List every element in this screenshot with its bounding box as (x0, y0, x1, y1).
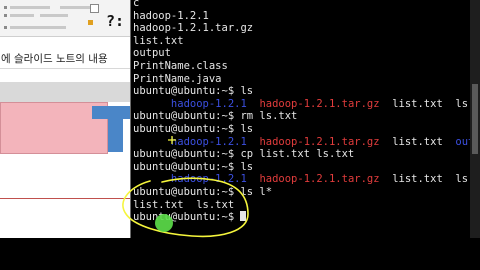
terminal-line: PrintName.class (133, 60, 480, 73)
scrollbar-thumb[interactable] (472, 84, 478, 154)
terminal-line: c (133, 0, 480, 10)
terminal-text: PrintName.java (133, 72, 222, 85)
terminal-text: hadoop-1.2.1.tar.gz (259, 97, 380, 110)
toolbar-glyph: ?: (106, 12, 125, 30)
toolbar-line (60, 6, 90, 9)
toolbar-line (10, 6, 50, 9)
terminal-text: list.txt (379, 135, 456, 148)
toolbar-line (40, 14, 68, 17)
terminal-line: ubuntu@ubuntu:~$ ls (133, 161, 480, 174)
toolbar-dot (4, 26, 7, 29)
terminal-line: ubuntu@ubuntu:~$ ls l* (133, 186, 480, 199)
terminal-line: PrintName.java (133, 73, 480, 86)
terminal-line: ubuntu@ubuntu:~$ ls (133, 85, 480, 98)
terminal-line: ubuntu@ubuntu:~$ (133, 211, 480, 224)
terminal-line: list.txt ls.txt (133, 199, 480, 212)
terminal-output: c hadoop-1.2.1 hadoop-1.2.1.tar.gz list.txt… (133, 0, 480, 224)
terminal-text: hadoop-1.2.1 (133, 97, 260, 110)
terminal-text: hadoop-1.2.1 (133, 135, 260, 148)
terminal-text: PrintName.class (133, 59, 228, 72)
terminal-text: hadoop-1.2.1.tar.gz (133, 22, 254, 35)
panel-divider (0, 82, 131, 102)
terminal-line: hadoop-1.2.1 hadoop-1.2.1.tar.gz list.tx… (133, 173, 480, 186)
terminal-line: output (133, 47, 480, 60)
notes-banner: 에 슬라이드 노트의 내용 (0, 50, 131, 69)
terminal-text: hadoop-1.2.1 (133, 9, 209, 22)
terminal-line: ubuntu@ubuntu:~$ ls (133, 123, 480, 136)
terminal-line: hadoop-1.2.1 hadoop-1.2.1.tar.gz list.tx… (133, 136, 480, 149)
terminal-scrollbar[interactable] (470, 0, 480, 238)
terminal-text: output (133, 47, 171, 60)
terminal-cursor (240, 211, 247, 222)
terminal-text: ubuntu@ubuntu:~$ cp list.txt ls.txt (133, 148, 355, 161)
terminal-line: ubuntu@ubuntu:~$ rm ls.txt (133, 110, 480, 123)
terminal-line: hadoop-1.2.1.tar.gz (133, 22, 480, 35)
toolbar: ?: (0, 0, 131, 37)
terminal-text: list.txt ls.txt (392, 97, 480, 110)
slide-red-line (0, 198, 131, 199)
terminal-text: list.txt (133, 34, 184, 47)
terminal-line: hadoop-1.2.1 hadoop-1.2.1.tar.gz list.tx… (133, 98, 480, 111)
terminal-text: ubuntu@ubuntu:~$ ls (133, 122, 254, 135)
presentation-window: ?: 에 슬라이드 노트의 내용 (0, 0, 131, 238)
bottom-strip (0, 238, 480, 270)
toolbar-dot (4, 6, 7, 9)
toolbar-marker-icon (88, 20, 93, 25)
slide-blue-shape-stem[interactable] (108, 106, 123, 152)
terminal-text: ubuntu@ubuntu:~$ (133, 211, 241, 224)
terminal-text: list.txt ls.txt (392, 173, 480, 186)
terminal-window[interactable]: c hadoop-1.2.1 hadoop-1.2.1.tar.gz list.txt… (131, 0, 480, 238)
terminal-text: ubuntu@ubuntu:~$ rm ls.txt (133, 110, 298, 123)
terminal-text: hadoop-1.2.1.tar.gz (259, 135, 380, 148)
terminal-text: c (133, 0, 140, 9)
terminal-text: ubuntu@ubuntu:~$ ls (133, 160, 254, 173)
toolbar-checkbox[interactable] (90, 4, 99, 13)
toolbar-dot (4, 14, 7, 17)
terminal-text: list.txt ls.txt (133, 198, 235, 211)
toolbar-line (10, 26, 66, 29)
slide-canvas[interactable] (0, 102, 131, 210)
terminal-line: ubuntu@ubuntu:~$ cp list.txt ls.txt (133, 148, 480, 161)
terminal-text: ubuntu@ubuntu:~$ ls (133, 85, 254, 98)
terminal-text: hadoop-1.2.1 (133, 173, 260, 186)
terminal-line: list.txt (133, 35, 480, 48)
terminal-text: ubuntu@ubuntu:~$ ls l* (133, 185, 273, 198)
terminal-line: hadoop-1.2.1 (133, 10, 480, 23)
toolbar-line (10, 14, 34, 17)
terminal-text: hadoop-1.2.1.tar.gz (259, 173, 380, 186)
